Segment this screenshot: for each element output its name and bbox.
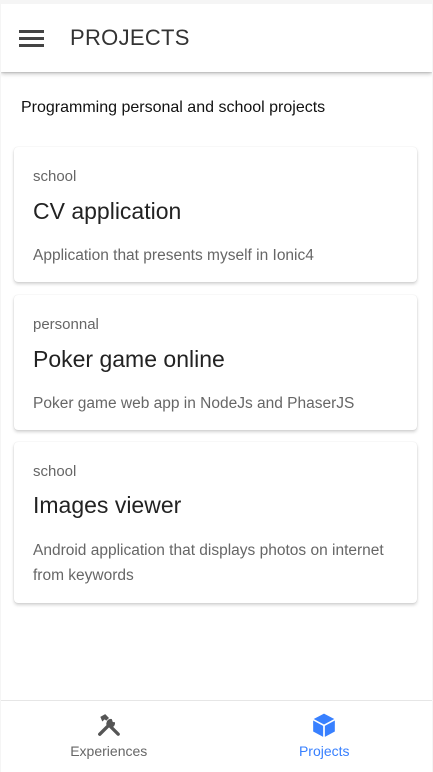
page-subtitle: Programming personal and school projects — [21, 99, 326, 116]
project-card-cv-application[interactable]: school CV application Application that p… — [14, 147, 417, 282]
card-title: CV application — [33, 198, 182, 224]
tab-label: Experiences — [70, 743, 148, 759]
card-title: Images viewer — [33, 492, 182, 518]
card-category: school — [33, 463, 77, 480]
tab-bar: Experiences Projects — [1, 700, 432, 772]
project-card-poker-game-online[interactable]: personnal Poker game online Poker game w… — [14, 295, 417, 430]
hammer-wrench-icon — [96, 712, 122, 738]
page-title: PROJECTS — [70, 25, 190, 50]
menu-icon[interactable] — [19, 29, 45, 49]
card-description: Poker game web app in NodeJs and PhaserJ… — [33, 395, 355, 412]
project-card-images-viewer[interactable]: school Images viewer Android application… — [14, 442, 417, 603]
card-description: Android application that displays photos… — [33, 542, 384, 584]
toolbar: PROJECTS — [1, 4, 432, 72]
tab-experiences[interactable]: Experiences — [1, 701, 217, 772]
card-description: Application that presents myself in Ioni… — [33, 247, 314, 264]
cube-icon — [311, 712, 337, 738]
card-category: personnal — [33, 316, 99, 333]
tab-projects[interactable]: Projects — [217, 701, 433, 772]
card-category: school — [33, 168, 77, 185]
app-screen: PROJECTS Programming personal and school… — [1, 4, 432, 772]
card-title: Poker game online — [33, 346, 225, 372]
tab-label: Projects — [298, 743, 350, 759]
